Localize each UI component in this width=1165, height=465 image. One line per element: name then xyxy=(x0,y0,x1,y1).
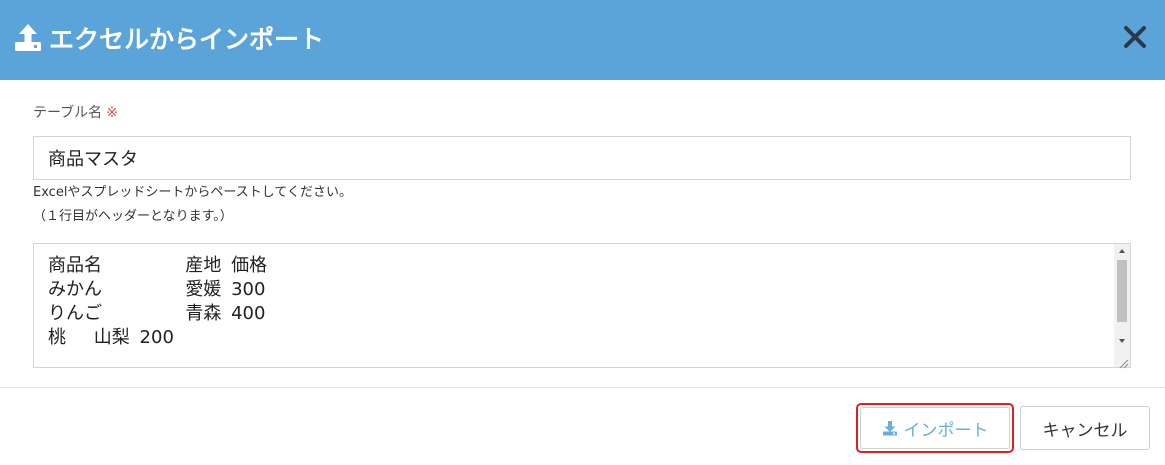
footer-divider xyxy=(0,387,1165,388)
table-name-label: テーブル名 ※ xyxy=(33,103,118,123)
table-name-input[interactable] xyxy=(33,136,1131,180)
required-mark: ※ xyxy=(106,105,118,121)
help-text-line1: Excelやスプレッドシートからペーストしてください。 xyxy=(33,185,353,200)
scrollbar-thumb[interactable] xyxy=(1117,260,1127,322)
close-icon xyxy=(1123,25,1147,53)
cancel-button-label: キャンセル xyxy=(1042,420,1128,441)
scroll-down-arrow-icon[interactable] xyxy=(1114,334,1130,348)
resize-grip-icon[interactable] xyxy=(1117,354,1129,369)
scroll-up-arrow-icon[interactable] xyxy=(1114,244,1130,258)
help-text-line2: （１行目がヘッダーとなります。） xyxy=(33,209,233,224)
import-button-label: インポート xyxy=(903,420,989,441)
import-dialog: エクセルからインポート テーブル名※ Excelやスプレッドシートからペーストし… xyxy=(0,0,1165,465)
paste-data-textarea[interactable]: 商品名 産地 価格 みかん 愛媛 300 りんご 青森 400 桃 山梨 200 xyxy=(34,244,1115,367)
dialog-title: エクセルからインポート xyxy=(49,25,325,54)
download-icon xyxy=(882,420,898,436)
upload-icon xyxy=(12,23,44,55)
close-button[interactable] xyxy=(1120,24,1150,54)
dialog-header: エクセルからインポート xyxy=(0,0,1165,80)
cancel-button[interactable]: キャンセル xyxy=(1020,406,1150,450)
paste-area-container: 商品名 産地 価格 みかん 愛媛 300 りんご 青森 400 桃 山梨 200 xyxy=(33,243,1131,369)
table-name-label-text: テーブル名 xyxy=(33,105,103,121)
import-button[interactable]: インポート xyxy=(860,407,1010,449)
vertical-scrollbar[interactable] xyxy=(1114,244,1130,367)
